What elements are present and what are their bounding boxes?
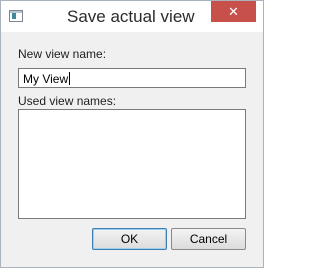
close-icon: ✕ <box>228 3 239 19</box>
app-window-icon <box>9 10 23 22</box>
new-view-name-label: New view name: <box>18 47 107 61</box>
cancel-button-label: Cancel <box>189 232 228 246</box>
new-view-name-value: My View <box>23 72 69 86</box>
ok-button-label: OK <box>120 232 139 246</box>
dialog-title: Save actual view <box>67 7 195 26</box>
ok-button[interactable]: OK <box>92 228 167 250</box>
cancel-button[interactable]: Cancel <box>171 228 246 250</box>
close-button[interactable]: ✕ <box>211 1 256 22</box>
app-window-icon-pane <box>12 13 16 19</box>
used-view-names-list[interactable] <box>18 109 246 219</box>
text-caret <box>69 72 71 85</box>
used-view-names-label: Used view names: <box>18 94 117 108</box>
save-view-dialog: Save actual view ✕ New view name: My Vie… <box>0 0 264 268</box>
title-bar: Save actual view ✕ <box>1 1 263 32</box>
new-view-name-input[interactable]: My View <box>18 68 246 88</box>
